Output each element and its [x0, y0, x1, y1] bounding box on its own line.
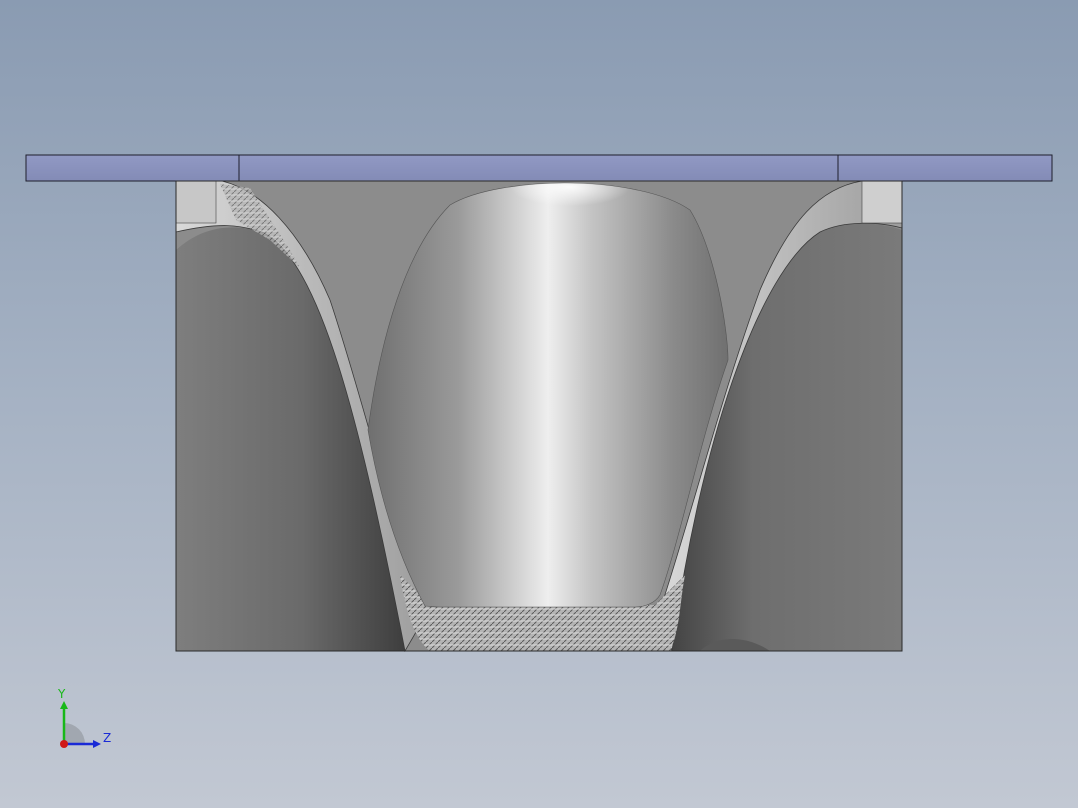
- triad-sector: [64, 723, 85, 744]
- x-axis-dot: [60, 740, 68, 748]
- graphics-viewport[interactable]: [0, 0, 1078, 808]
- y-axis-label: Y: [58, 687, 66, 701]
- left-boss: [175, 180, 217, 224]
- center-tooth-highlight: [450, 183, 690, 260]
- z-axis-label: Z: [103, 731, 112, 745]
- top-plate[interactable]: [25, 154, 1053, 182]
- z-axis-arrow: [93, 740, 101, 748]
- right-boss: [861, 180, 903, 224]
- orientation-triad[interactable]: Y Z: [50, 685, 120, 755]
- y-axis-arrow: [60, 701, 68, 709]
